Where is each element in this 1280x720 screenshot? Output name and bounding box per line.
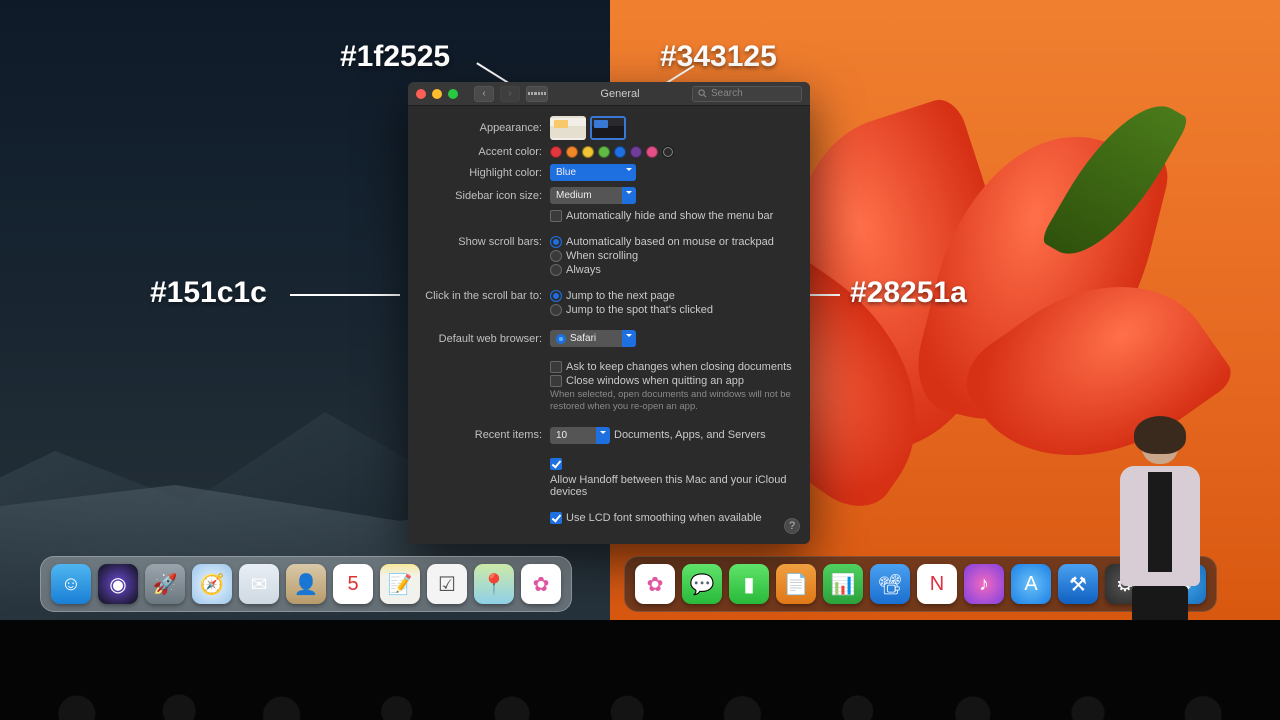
- recent-select[interactable]: 10: [550, 427, 610, 444]
- dock-left[interactable]: ☺◉🚀🧭✉👤5📝☑📍✿: [40, 556, 572, 612]
- dock-reminders-icon[interactable]: ☑: [427, 564, 467, 604]
- label-recent: Recent items:: [422, 429, 550, 441]
- forward-button[interactable]: ›: [500, 86, 520, 102]
- ask-keep-checkbox[interactable]: [550, 361, 562, 373]
- dock-numbers-icon[interactable]: 📊: [823, 564, 863, 604]
- zoom-button[interactable]: [448, 89, 458, 99]
- autohide-checkbox[interactable]: [550, 210, 562, 222]
- label-accent: Accent color:: [422, 146, 550, 158]
- dock-calendar-icon[interactable]: 5: [333, 564, 373, 604]
- dock-notes-icon[interactable]: 📝: [380, 564, 420, 604]
- dock-news-icon[interactable]: N: [917, 564, 957, 604]
- close-button[interactable]: [416, 89, 426, 99]
- sidebar-size-select[interactable]: Medium: [550, 187, 636, 204]
- label-sidebar: Sidebar icon size:: [422, 190, 550, 202]
- annotation-top-left: #1f2525: [340, 40, 450, 74]
- dock-finder-icon[interactable]: ☺: [51, 564, 91, 604]
- annotation-top-right: #343125: [660, 40, 777, 74]
- minimize-button[interactable]: [432, 89, 442, 99]
- accent-swatch[interactable]: [630, 146, 642, 158]
- dock-messages-icon[interactable]: 💬: [682, 564, 722, 604]
- audience: [0, 620, 1280, 720]
- back-button[interactable]: ‹: [474, 86, 494, 102]
- scroll-radio-scrolling[interactable]: [550, 250, 562, 262]
- search-field[interactable]: Search: [692, 86, 802, 102]
- appearance-light[interactable]: [550, 116, 586, 140]
- accent-swatch[interactable]: [614, 146, 626, 158]
- annotation-mid-left: #151c1c: [150, 276, 267, 310]
- dock-photos-icon[interactable]: ✿: [521, 564, 561, 604]
- browser-select[interactable]: Safari: [550, 330, 636, 347]
- show-all-button[interactable]: [526, 86, 548, 102]
- dock-photos-icon[interactable]: ✿: [635, 564, 675, 604]
- accent-swatch[interactable]: [646, 146, 658, 158]
- label-highlight: Highlight color:: [422, 167, 550, 179]
- label-click-scroll: Click in the scroll bar to:: [422, 290, 550, 302]
- label-appearance: Appearance:: [422, 122, 550, 134]
- label-browser: Default web browser:: [422, 333, 550, 345]
- annotation-mid-right: #28251a: [850, 276, 967, 310]
- scroll-radio-always[interactable]: [550, 264, 562, 276]
- dock-appstore-icon[interactable]: A: [1011, 564, 1051, 604]
- system-preferences-window: ‹ › General Search Appearance: Accent co…: [408, 82, 810, 544]
- click-radio-spot[interactable]: [550, 304, 562, 316]
- dock-safari-icon[interactable]: 🧭: [192, 564, 232, 604]
- accent-swatch-none[interactable]: [662, 146, 674, 158]
- dock-launchpad-icon[interactable]: 🚀: [145, 564, 185, 604]
- click-radio-next[interactable]: [550, 290, 562, 302]
- dock-maps-icon[interactable]: 📍: [474, 564, 514, 604]
- label-scrollbars: Show scroll bars:: [422, 236, 550, 248]
- accent-swatch[interactable]: [566, 146, 578, 158]
- highlight-select[interactable]: Blue: [550, 164, 636, 181]
- help-button[interactable]: ?: [784, 518, 800, 534]
- appearance-dark[interactable]: [590, 116, 626, 140]
- titlebar[interactable]: ‹ › General Search: [408, 82, 810, 106]
- dock-contacts-icon[interactable]: 👤: [286, 564, 326, 604]
- dock-xcode-icon[interactable]: ⚒: [1058, 564, 1098, 604]
- handoff-checkbox[interactable]: [550, 458, 562, 470]
- safari-icon: [556, 334, 566, 344]
- dock-siri-icon[interactable]: ◉: [98, 564, 138, 604]
- accent-swatch[interactable]: [550, 146, 562, 158]
- dock-keynote-icon[interactable]: 📽: [870, 564, 910, 604]
- accent-swatch[interactable]: [582, 146, 594, 158]
- close-windows-note: When selected, open documents and window…: [550, 389, 796, 413]
- search-icon: [698, 89, 707, 98]
- dock-facetime-icon[interactable]: ▮: [729, 564, 769, 604]
- dock-pages-icon[interactable]: 📄: [776, 564, 816, 604]
- close-windows-checkbox[interactable]: [550, 375, 562, 387]
- accent-swatch[interactable]: [598, 146, 610, 158]
- window-title: General: [554, 88, 686, 100]
- label-autohide: Automatically hide and show the menu bar: [566, 210, 773, 222]
- dock-itunes-icon[interactable]: ♪: [964, 564, 1004, 604]
- lcd-checkbox[interactable]: [550, 512, 562, 524]
- scroll-radio-auto[interactable]: [550, 236, 562, 248]
- dock-mail-icon[interactable]: ✉: [239, 564, 279, 604]
